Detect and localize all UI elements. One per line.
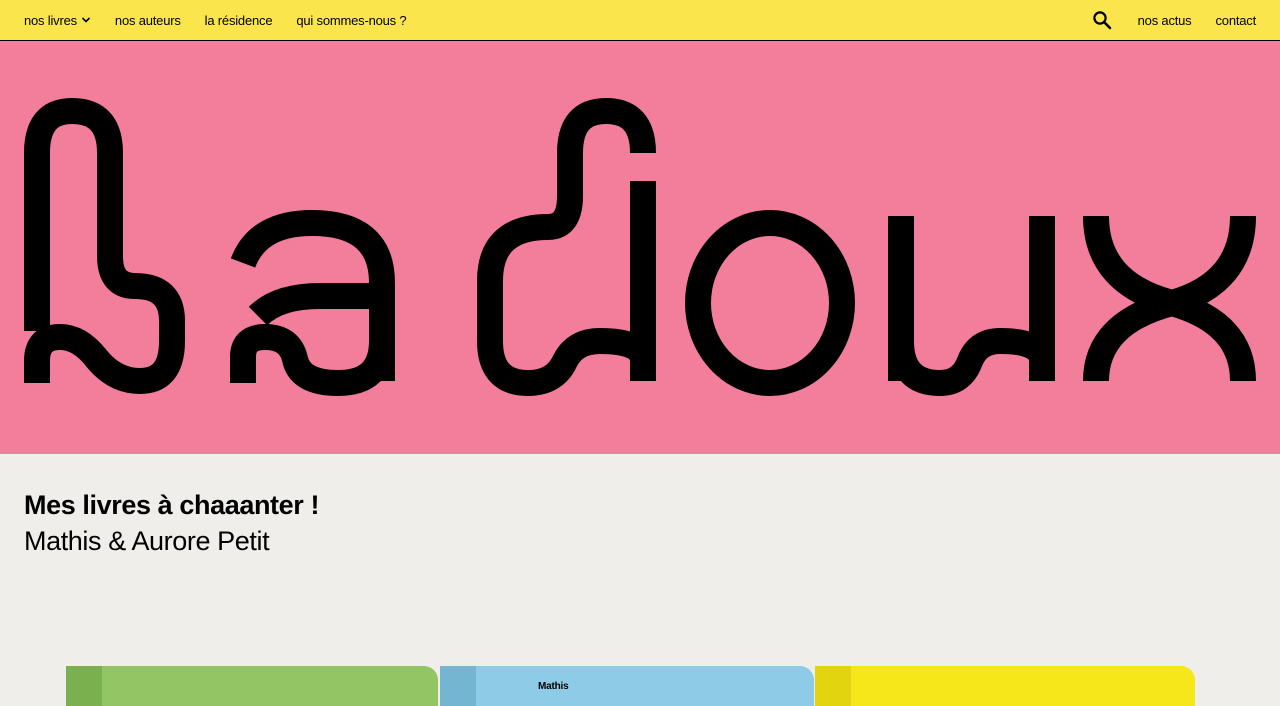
nav-nos-actus[interactable]: nos actus [1138,13,1192,28]
book-cover-green[interactable] [66,666,438,706]
nav-contact[interactable]: contact [1215,13,1256,28]
nav-qui-sommes-nous[interactable]: qui sommes-nous ? [296,13,406,28]
book-cover-yellow[interactable] [815,666,1195,706]
cover-author-text: Mathis [538,681,569,692]
book-feature: Mes livres à chaaanter ! Mathis & Aurore… [0,454,1280,706]
cover-spine [815,666,851,706]
la-doux-logo[interactable] [0,41,1280,454]
main-menu: nos livres nos auteurs la résidence qui … [24,0,407,40]
cover-spine [66,666,102,706]
book-authors[interactable]: Mathis & Aurore Petit [24,526,270,557]
nav-nos-auteurs[interactable]: nos auteurs [115,13,181,28]
book-title[interactable]: Mes livres à chaaanter ! [24,490,319,521]
chevron-down-icon [81,17,90,23]
cover-spine [440,666,476,706]
top-navigation: nos livres nos auteurs la résidence qui … [0,0,1280,41]
nav-nos-livres[interactable]: nos livres [24,13,91,28]
book-cover-blue[interactable]: Mathis [440,666,814,706]
nav-nos-livres-label: nos livres [24,12,77,28]
nav-la-residence[interactable]: la résidence [205,13,273,28]
search-icon[interactable] [1092,10,1112,30]
secondary-menu: nos actus contact [1092,0,1256,40]
hero-banner [0,41,1280,454]
